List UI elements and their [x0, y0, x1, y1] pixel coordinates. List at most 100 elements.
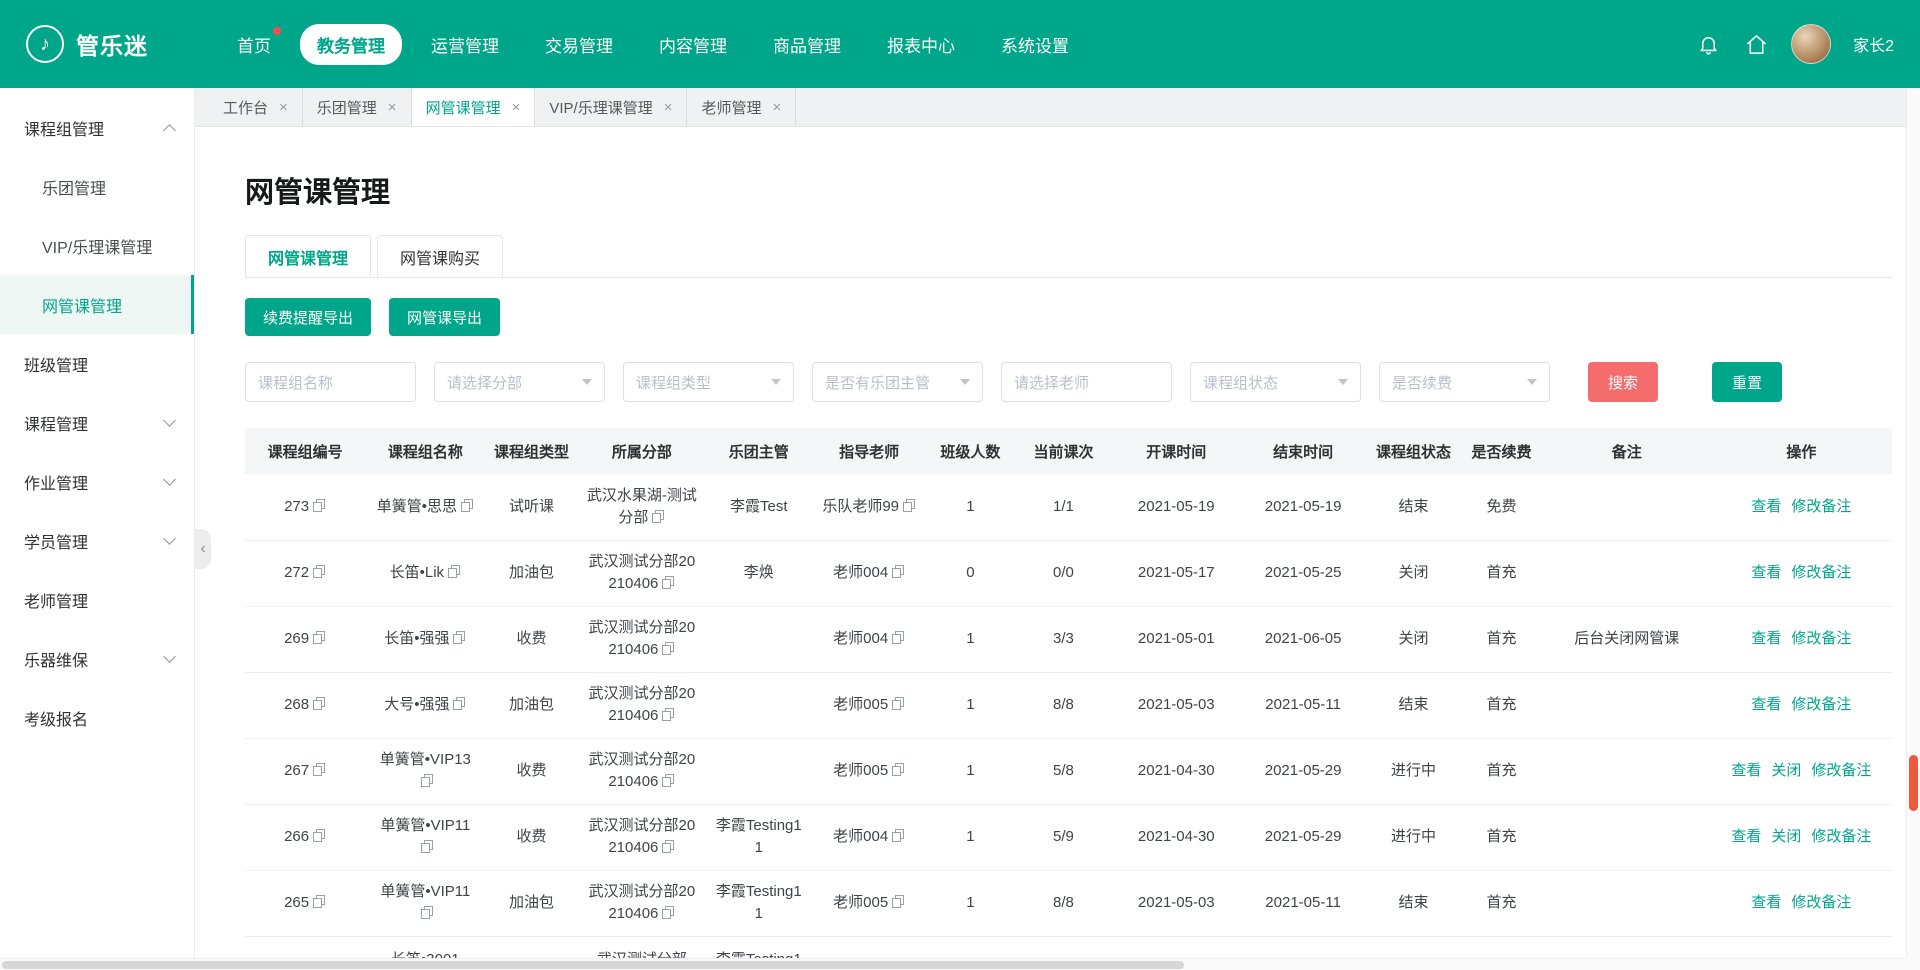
close-icon[interactable]: ×	[279, 99, 288, 116]
copy-icon[interactable]	[662, 576, 675, 590]
row-action[interactable]: 查看	[1731, 828, 1761, 845]
vertical-scrollbar-thumb[interactable]	[1909, 755, 1918, 811]
open-tab[interactable]: 工作台×	[209, 88, 303, 126]
copy-icon[interactable]	[313, 631, 326, 645]
export-button[interactable]: 续费提醒导出	[245, 298, 371, 336]
row-action[interactable]: 修改备注	[1791, 564, 1851, 581]
subtab[interactable]: 网管课购买	[377, 235, 503, 277]
copy-icon[interactable]	[892, 565, 905, 579]
nav-item[interactable]: 系统设置	[984, 24, 1086, 65]
horizontal-scrollbar-thumb[interactable]	[2, 961, 1184, 969]
avatar[interactable]	[1791, 24, 1831, 64]
user-name[interactable]: 家长2	[1853, 32, 1894, 56]
copy-icon[interactable]	[662, 774, 675, 788]
close-icon[interactable]: ×	[664, 99, 673, 116]
row-action[interactable]: 查看	[1751, 630, 1781, 647]
copy-icon[interactable]	[421, 774, 434, 788]
copy-icon[interactable]	[313, 763, 326, 777]
bell-icon[interactable]	[1695, 31, 1721, 57]
nav-item[interactable]: 交易管理	[528, 24, 630, 65]
filter-input[interactable]: 请选择老师	[1001, 362, 1172, 402]
sidebar-item[interactable]: 课程组管理	[0, 98, 194, 157]
copy-icon[interactable]	[662, 708, 675, 722]
copy-icon[interactable]	[448, 565, 461, 579]
sidebar-item[interactable]: VIP/乐理课管理	[0, 216, 194, 275]
copy-icon[interactable]	[652, 510, 665, 524]
row-action[interactable]: 关闭	[1771, 828, 1801, 845]
home-icon[interactable]	[1743, 31, 1769, 57]
sidebar-item[interactable]: 考级报名	[0, 688, 194, 747]
row-action[interactable]: 修改备注	[1811, 828, 1871, 845]
copy-icon[interactable]	[313, 499, 326, 513]
copy-icon[interactable]	[903, 499, 916, 513]
row-action[interactable]: 查看	[1751, 894, 1781, 911]
row-action[interactable]: 关闭	[1771, 762, 1801, 779]
row-action[interactable]: 修改备注	[1791, 696, 1851, 713]
cell-student-count: 1	[927, 672, 1014, 738]
nav-item[interactable]: 报表中心	[870, 24, 972, 65]
brand[interactable]: ♪ 管乐迷	[26, 25, 186, 63]
filter-select[interactable]: 请选择分部	[434, 362, 605, 402]
copy-icon[interactable]	[892, 895, 905, 909]
export-button[interactable]: 网管课导出	[389, 298, 500, 336]
copy-icon[interactable]	[313, 829, 326, 843]
copy-icon[interactable]	[313, 895, 326, 909]
close-icon[interactable]: ×	[772, 99, 781, 116]
copy-icon[interactable]	[892, 763, 905, 777]
cell-end-date: 2021-06-05	[1240, 606, 1367, 672]
filter-select[interactable]: 是否续费	[1379, 362, 1550, 402]
sidebar-item[interactable]: 乐器维保	[0, 629, 194, 688]
copy-icon[interactable]	[662, 840, 675, 854]
nav-item[interactable]: 内容管理	[642, 24, 744, 65]
open-tab[interactable]: VIP/乐理课管理×	[535, 88, 687, 126]
search-button[interactable]: 搜索	[1588, 362, 1658, 402]
close-icon[interactable]: ×	[388, 99, 397, 116]
copy-icon[interactable]	[662, 642, 675, 656]
row-action[interactable]: 查看	[1751, 498, 1781, 515]
filter-select[interactable]: 课程组类型	[623, 362, 794, 402]
copy-icon[interactable]	[453, 697, 466, 711]
open-tab[interactable]: 网管课管理×	[412, 88, 536, 126]
copy-icon[interactable]	[892, 697, 905, 711]
cell-branch: 武汉测试分部20210406	[578, 804, 706, 870]
copy-icon[interactable]	[313, 697, 326, 711]
sidebar-item[interactable]: 作业管理	[0, 452, 194, 511]
copy-icon[interactable]	[892, 631, 905, 645]
row-action[interactable]: 修改备注	[1791, 894, 1851, 911]
subtab[interactable]: 网管课管理	[245, 235, 371, 277]
sidebar-item[interactable]: 课程管理	[0, 393, 194, 452]
filter-input[interactable]: 课程组名称	[245, 362, 416, 402]
copy-icon[interactable]	[892, 829, 905, 843]
sidebar-item[interactable]: 网管课管理	[0, 275, 194, 334]
row-action[interactable]: 修改备注	[1791, 498, 1851, 515]
sidebar-item[interactable]: 班级管理	[0, 334, 194, 393]
sidebar-item[interactable]: 乐团管理	[0, 157, 194, 216]
column-header: 课程组类型	[485, 428, 577, 474]
filter-select[interactable]: 是否有乐团主管	[812, 362, 983, 402]
reset-button[interactable]: 重置	[1712, 362, 1782, 402]
row-action[interactable]: 查看	[1731, 762, 1761, 779]
horizontal-scrollbar[interactable]	[0, 958, 1906, 970]
row-action[interactable]: 修改备注	[1791, 630, 1851, 647]
nav-item[interactable]: 教务管理	[300, 24, 402, 65]
sidebar-item[interactable]: 老师管理	[0, 570, 194, 629]
nav-item[interactable]: 商品管理	[756, 24, 858, 65]
nav-item[interactable]: 运营管理	[414, 24, 516, 65]
sidebar-item[interactable]: 学员管理	[0, 511, 194, 570]
vertical-scrollbar[interactable]	[1906, 88, 1920, 958]
copy-icon[interactable]	[461, 499, 474, 513]
copy-icon[interactable]	[421, 906, 434, 920]
row-action[interactable]: 查看	[1751, 696, 1781, 713]
nav-item[interactable]: 首页	[220, 24, 288, 65]
filter-select[interactable]: 课程组状态	[1190, 362, 1361, 402]
open-tab[interactable]: 老师管理×	[687, 88, 796, 126]
copy-icon[interactable]	[313, 565, 326, 579]
copy-icon[interactable]	[453, 631, 466, 645]
open-tab[interactable]: 乐团管理×	[303, 88, 412, 126]
row-action[interactable]: 查看	[1751, 564, 1781, 581]
copy-icon[interactable]	[662, 906, 675, 920]
sidebar-collapse-handle[interactable]: ‹	[195, 529, 211, 569]
close-icon[interactable]: ×	[512, 99, 521, 116]
copy-icon[interactable]	[421, 840, 434, 854]
row-action[interactable]: 修改备注	[1811, 762, 1871, 779]
